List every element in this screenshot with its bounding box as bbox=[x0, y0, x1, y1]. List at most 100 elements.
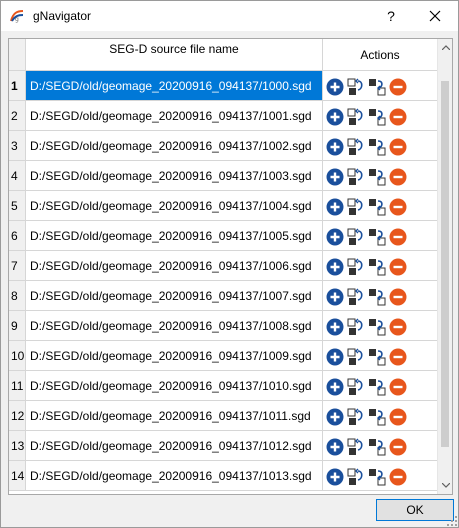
remove-button[interactable] bbox=[388, 287, 408, 307]
add-button[interactable] bbox=[325, 347, 345, 367]
replace-up-button[interactable] bbox=[346, 197, 366, 217]
replace-up-button[interactable] bbox=[346, 407, 366, 427]
replace-down-button[interactable] bbox=[367, 107, 387, 127]
replace-down-button[interactable] bbox=[367, 407, 387, 427]
row-header[interactable]: 10 bbox=[9, 341, 26, 371]
remove-button[interactable] bbox=[388, 317, 408, 337]
add-button[interactable] bbox=[325, 107, 345, 127]
remove-button[interactable] bbox=[388, 467, 408, 487]
remove-button[interactable] bbox=[388, 347, 408, 367]
row-header[interactable]: 5 bbox=[9, 191, 26, 221]
add-button[interactable] bbox=[325, 77, 345, 97]
replace-down-button[interactable] bbox=[367, 347, 387, 367]
remove-button[interactable] bbox=[388, 137, 408, 157]
replace-down-button[interactable] bbox=[367, 287, 387, 307]
file-name-cell[interactable]: D:/SEGD/old/geomage_20200916_094137/1011… bbox=[26, 401, 323, 431]
file-name-cell[interactable]: D:/SEGD/old/geomage_20200916_094137/1001… bbox=[26, 101, 323, 131]
file-name-cell[interactable]: D:/SEGD/old/geomage_20200916_094137/1010… bbox=[26, 371, 323, 401]
file-name-cell[interactable]: D:/SEGD/old/geomage_20200916_094137/1009… bbox=[26, 341, 323, 371]
remove-button[interactable] bbox=[388, 167, 408, 187]
replace-up-button[interactable] bbox=[346, 377, 366, 397]
replace-down-button[interactable] bbox=[367, 197, 387, 217]
remove-button[interactable] bbox=[388, 227, 408, 247]
add-button[interactable] bbox=[325, 167, 345, 187]
add-button[interactable] bbox=[325, 317, 345, 337]
row-header[interactable]: 13 bbox=[9, 431, 26, 461]
replace-up-button[interactable] bbox=[346, 467, 366, 487]
row-header[interactable]: 9 bbox=[9, 311, 26, 341]
replace-down-button[interactable] bbox=[367, 467, 387, 487]
remove-button[interactable] bbox=[388, 197, 408, 217]
file-name-cell[interactable]: D:/SEGD/old/geomage_20200916_094137/1008… bbox=[26, 311, 323, 341]
add-button[interactable] bbox=[325, 377, 345, 397]
file-name-cell[interactable]: D:/SEGD/old/geomage_20200916_094137/1006… bbox=[26, 251, 323, 281]
remove-button[interactable] bbox=[388, 77, 408, 97]
add-button[interactable] bbox=[325, 257, 345, 277]
file-name-cell[interactable]: D:/SEGD/old/geomage_20200916_094137/1002… bbox=[26, 131, 323, 161]
replace-down-button[interactable] bbox=[367, 377, 387, 397]
row-header[interactable]: 7 bbox=[9, 251, 26, 281]
replace-up-button[interactable] bbox=[346, 347, 366, 367]
add-button[interactable] bbox=[325, 287, 345, 307]
row-header[interactable]: 8 bbox=[9, 281, 26, 311]
table-row[interactable]: 8 D:/SEGD/old/geomage_20200916_094137/100… bbox=[9, 281, 437, 311]
table-row[interactable]: 10 D:/SEGD/old/geomage_20200916_094137/10… bbox=[9, 341, 437, 371]
table-row[interactable]: 1 D:/SEGD/old/geomage_20200916_094137/100… bbox=[9, 71, 437, 101]
row-header[interactable]: 12 bbox=[9, 401, 26, 431]
scroll-down-button[interactable] bbox=[438, 477, 452, 494]
row-header[interactable]: 1 bbox=[9, 71, 26, 101]
table-row[interactable]: 12 D:/SEGD/old/geomage_20200916_094137/10… bbox=[9, 401, 437, 431]
remove-button[interactable] bbox=[388, 257, 408, 277]
replace-down-button[interactable] bbox=[367, 437, 387, 457]
file-name-cell[interactable]: D:/SEGD/old/geomage_20200916_094137/1003… bbox=[26, 161, 323, 191]
file-name-cell[interactable]: D:/SEGD/old/geomage_20200916_094137/1000… bbox=[26, 71, 323, 101]
row-header[interactable]: 11 bbox=[9, 371, 26, 401]
remove-button[interactable] bbox=[388, 437, 408, 457]
replace-up-button[interactable] bbox=[346, 227, 366, 247]
add-button[interactable] bbox=[325, 407, 345, 427]
replace-up-button[interactable] bbox=[346, 317, 366, 337]
add-button[interactable] bbox=[325, 467, 345, 487]
replace-up-button[interactable] bbox=[346, 287, 366, 307]
add-button[interactable] bbox=[325, 227, 345, 247]
file-name-cell[interactable]: D:/SEGD/old/geomage_20200916_094137/1013… bbox=[26, 461, 323, 491]
table-row[interactable]: 3 D:/SEGD/old/geomage_20200916_094137/100… bbox=[9, 131, 437, 161]
table-row[interactable]: 6 D:/SEGD/old/geomage_20200916_094137/100… bbox=[9, 221, 437, 251]
replace-down-button[interactable] bbox=[367, 77, 387, 97]
remove-button[interactable] bbox=[388, 407, 408, 427]
file-name-cell[interactable]: D:/SEGD/old/geomage_20200916_094137/1005… bbox=[26, 221, 323, 251]
scrollbar-thumb[interactable] bbox=[441, 81, 449, 447]
table-row[interactable]: 2 D:/SEGD/old/geomage_20200916_094137/100… bbox=[9, 101, 437, 131]
table-row[interactable]: 11 D:/SEGD/old/geomage_20200916_094137/10… bbox=[9, 371, 437, 401]
table-row[interactable]: 7 D:/SEGD/old/geomage_20200916_094137/100… bbox=[9, 251, 437, 281]
replace-up-button[interactable] bbox=[346, 257, 366, 277]
replace-up-button[interactable] bbox=[346, 107, 366, 127]
table-row[interactable]: 9 D:/SEGD/old/geomage_20200916_094137/100… bbox=[9, 311, 437, 341]
close-button[interactable] bbox=[421, 2, 449, 30]
column-header-actions[interactable]: Actions bbox=[323, 39, 437, 71]
replace-up-button[interactable] bbox=[346, 437, 366, 457]
replace-up-button[interactable] bbox=[346, 137, 366, 157]
file-name-cell[interactable]: D:/SEGD/old/geomage_20200916_094137/1012… bbox=[26, 431, 323, 461]
row-header[interactable]: 4 bbox=[9, 161, 26, 191]
replace-up-button[interactable] bbox=[346, 77, 366, 97]
resize-grip-icon[interactable] bbox=[447, 516, 457, 526]
remove-button[interactable] bbox=[388, 107, 408, 127]
table-row[interactable]: 5 D:/SEGD/old/geomage_20200916_094137/100… bbox=[9, 191, 437, 221]
vertical-scrollbar[interactable] bbox=[437, 39, 452, 494]
help-button[interactable]: ? bbox=[377, 2, 405, 30]
file-name-cell[interactable]: D:/SEGD/old/geomage_20200916_094137/1004… bbox=[26, 191, 323, 221]
replace-down-button[interactable] bbox=[367, 227, 387, 247]
replace-down-button[interactable] bbox=[367, 257, 387, 277]
file-name-cell[interactable]: D:/SEGD/old/geomage_20200916_094137/1007… bbox=[26, 281, 323, 311]
add-button[interactable] bbox=[325, 137, 345, 157]
ok-button[interactable]: OK bbox=[376, 499, 454, 521]
row-header[interactable]: 6 bbox=[9, 221, 26, 251]
table-row[interactable]: 13 D:/SEGD/old/geomage_20200916_094137/10… bbox=[9, 431, 437, 461]
replace-down-button[interactable] bbox=[367, 167, 387, 187]
row-header[interactable]: 3 bbox=[9, 131, 26, 161]
row-header[interactable]: 14 bbox=[9, 461, 26, 491]
replace-down-button[interactable] bbox=[367, 137, 387, 157]
add-button[interactable] bbox=[325, 437, 345, 457]
column-header-file-name[interactable]: SEG-D source file name bbox=[26, 39, 323, 71]
